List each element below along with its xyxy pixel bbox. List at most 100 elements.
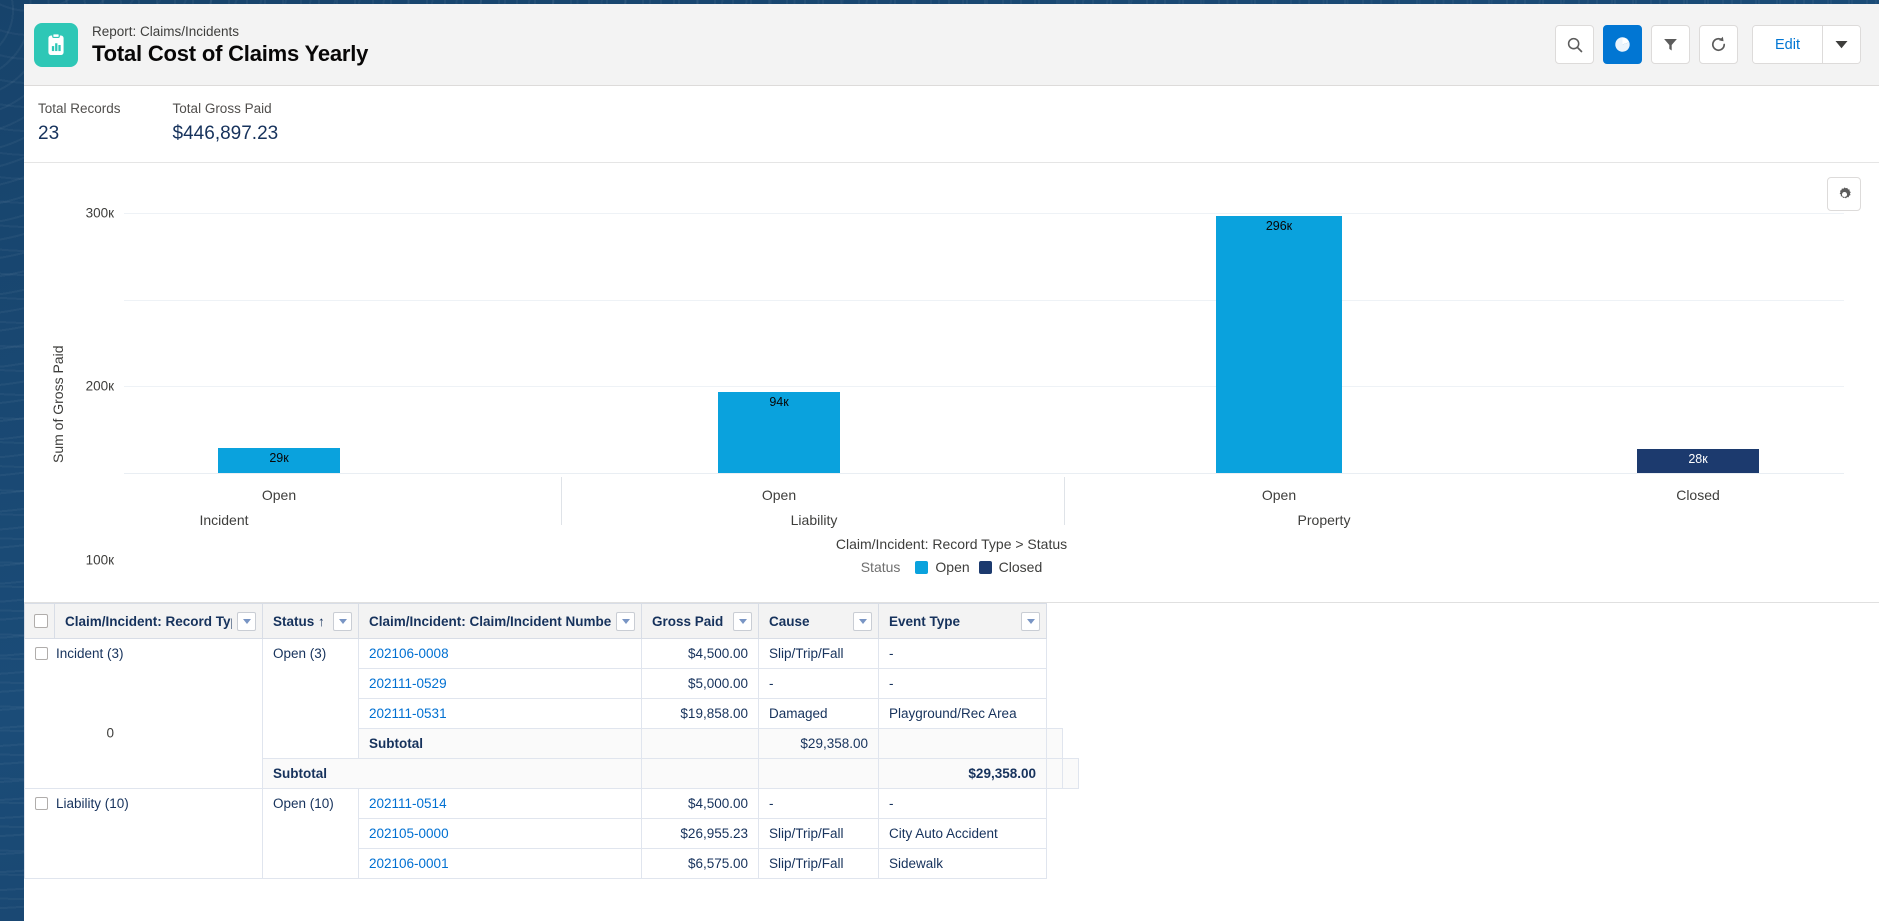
chart-x-axis-label: Claim/Incident: Record Type > Status [835,536,1068,552]
column-header-6[interactable]: Event Type [878,603,1047,639]
chart-gridline: 200к [86,299,1844,394]
claim-number-link[interactable]: 202106-0001 [369,856,449,871]
report-table: Claim/Incident: Record Type ↑ Status ↑ Cla… [24,603,1079,879]
report-clipboard-chart-icon [34,22,78,67]
chart-group-label: Liability [790,512,838,528]
search-button[interactable] [1555,25,1594,64]
column-menu-button[interactable] [853,611,872,631]
chart-group-label: Incident [199,512,249,528]
column-header-3[interactable]: Claim/Incident: Claim/Incident Number [358,603,642,639]
filter-button[interactable] [1651,25,1690,64]
column-header-4[interactable]: Gross Paid [641,603,759,639]
chart-group-label: Property [1297,512,1351,528]
chevron-down-icon [1835,41,1848,49]
gross-paid-cell: $29,358.00 [758,728,879,759]
cause-cell [1046,758,1063,789]
chart-y-tick: 300к [85,205,114,221]
chart-bar[interactable]: 296к [1216,216,1342,473]
column-header-1[interactable]: Claim/Incident: Record Type ↑ [54,603,263,639]
claim-number-link[interactable]: 202111-0531 [369,706,447,721]
claim-number-cell [641,728,759,759]
column-header-2[interactable]: Status ↑ [262,603,359,639]
column-header-label: Claim/Incident: Record Type ↑ [65,613,232,629]
chart-category-label: Open [761,487,797,503]
column-header-label: Cause [769,613,810,629]
chart-category-label: Open [1261,487,1297,503]
select-all-header [24,603,55,639]
claim-number-link[interactable]: 202111-0529 [369,676,447,691]
event-type-cell: - [878,668,1047,699]
row-checkbox[interactable] [35,797,48,810]
column-menu-button[interactable] [1021,611,1040,631]
claim-number-cell: 202106-0008 [358,638,642,669]
row-checkbox[interactable] [35,647,48,660]
report-app-panel: Report: Claims/Incidents Total Cost of C… [24,4,1879,921]
refresh-button[interactable] [1699,25,1738,64]
chart-group-separator [1064,477,1065,525]
column-header-label: Event Type [889,613,961,629]
page-title: Total Cost of Claims Yearly [92,40,369,66]
chevron-down-icon [338,618,347,624]
chart-bar[interactable]: 28к [1637,448,1759,473]
chart-bar-value-label: 29к [269,450,289,465]
status-subtotal-cell: Subtotal [358,728,642,759]
page-header: Report: Claims/Incidents Total Cost of C… [24,4,1879,86]
chart-gridline: 300к [86,206,1844,221]
chart-legend-title: Status [860,559,901,575]
chart-legend-label: Closed [998,559,1043,575]
chart-legend-item[interactable]: Closed [978,559,1043,575]
record-type-cell: Liability (10) [24,788,263,879]
record-type-label: Liability (10) [56,796,129,811]
chart-gridline: 0 [106,473,1844,741]
chart-group-separator [561,477,562,525]
select-all-checkbox[interactable] [34,614,48,628]
event-type-cell: City Auto Accident [878,818,1047,849]
cause-cell: Damaged [758,698,879,729]
claim-number-link[interactable]: 202111-0514 [369,796,447,811]
cause-cell: - [758,788,879,819]
summary-label: Total Records [38,101,121,116]
column-menu-button[interactable] [733,611,752,631]
claim-number-cell: 202106-0001 [358,848,642,879]
header-titles: Report: Claims/Incidents Total Cost of C… [92,23,1555,67]
summary-strip: Total Records 23 Total Gross Paid $446,8… [24,86,1879,163]
edit-dropdown-button[interactable] [1822,26,1860,63]
legend-swatch-icon [915,560,929,574]
report-chart: Sum of Gross Paid 0 100к 200к 300к 29к Open 94… [24,163,1879,741]
chevron-down-icon [242,618,251,624]
summary-value: 23 [38,123,60,144]
chart-settings-button[interactable] [1827,177,1861,211]
edit-button-group: Edit [1752,25,1861,64]
cause-cell: - [758,668,879,699]
claim-number-cell [758,758,879,789]
claim-number-cell: 202111-0529 [358,668,642,699]
gross-paid-cell: $4,500.00 [641,638,759,669]
column-menu-button[interactable] [237,611,256,631]
chart-bar[interactable]: 29к [218,447,340,473]
status-cell: Open (3) [262,638,359,759]
claim-number-cell: 202111-0514 [358,788,642,819]
column-header-label: Gross Paid [652,613,724,629]
column-menu-button[interactable] [333,611,352,631]
column-menu-button[interactable] [616,611,635,631]
cause-cell: Slip/Trip/Fall [758,818,879,849]
chart-toggle-icon [1615,37,1630,52]
event-type-cell [1062,758,1079,789]
chart-legend-item[interactable]: Open [915,559,970,575]
claim-number-link[interactable]: 202106-0008 [369,646,449,661]
column-header-5[interactable]: Cause [758,603,879,639]
gross-paid-cell: $4,500.00 [641,788,759,819]
gross-paid-cell: $29,358.00 [878,758,1047,789]
chart-bar[interactable]: 94к [718,391,840,473]
event-type-cell: Sidewalk [878,848,1047,879]
claim-number-link[interactable]: 202105-0000 [369,826,449,841]
report-table-area: Claim/Incident: Record Type ↑ Status ↑ Cla… [24,603,1879,879]
gross-paid-cell: $26,955.23 [641,818,759,849]
chart-bar-value-label: 94к [769,394,789,409]
edit-button[interactable]: Edit [1753,26,1822,63]
chart-toggle-button[interactable] [1603,25,1642,64]
status-cell: Open (10) [262,788,359,879]
chart-y-tick: 0 [106,725,114,741]
cause-cell: Slip/Trip/Fall [758,848,879,879]
event-type-cell: - [878,638,1047,669]
